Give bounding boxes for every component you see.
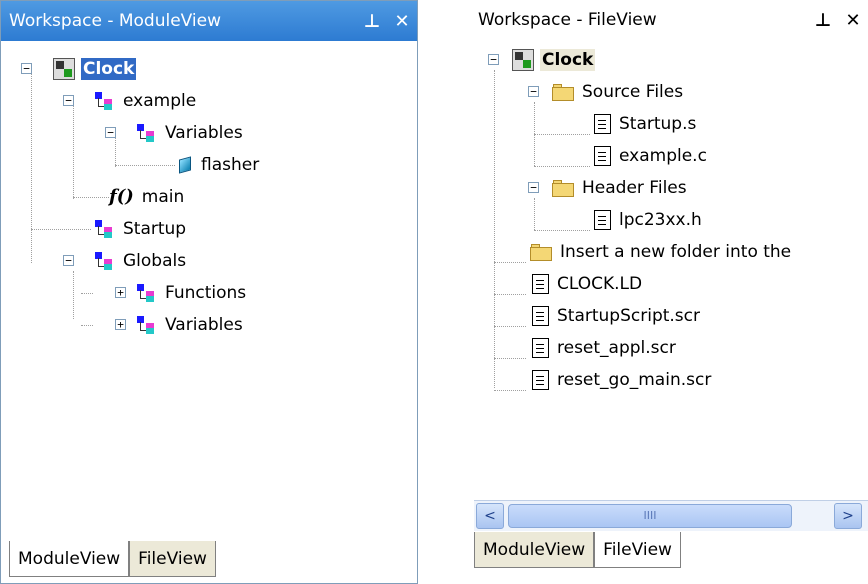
- tree-node-main[interactable]: f() main: [109, 181, 186, 213]
- moduleview-tabbar: ModuleView FileView: [9, 541, 417, 577]
- close-icon[interactable]: ✕: [387, 11, 417, 32]
- tree-label-globals[interactable]: Globals: [121, 250, 188, 272]
- collapse-icon[interactable]: −: [528, 86, 539, 97]
- scroll-left-icon[interactable]: <: [476, 503, 504, 529]
- file-node-reset-go-main[interactable]: reset_go_main.scr: [532, 364, 713, 396]
- file-icon: [532, 338, 549, 358]
- file-icon: [532, 370, 549, 390]
- fileview-tabbar: ModuleView FileView: [474, 532, 868, 568]
- file-icon: [594, 146, 611, 166]
- module-icon: [93, 90, 115, 112]
- file-node-clock-ld[interactable]: CLOCK.LD: [532, 268, 644, 300]
- fileview-title: Workspace - FileView: [478, 10, 657, 30]
- file-icon: [532, 306, 549, 326]
- tab-fileview[interactable]: FileView: [129, 541, 216, 577]
- module-icon: [135, 314, 157, 336]
- file-label-clock-ld[interactable]: CLOCK.LD: [555, 273, 644, 295]
- tree-label-variables[interactable]: Variables: [163, 122, 245, 144]
- folder-icon: [552, 179, 574, 197]
- function-icon: f(): [109, 186, 134, 207]
- tab-moduleview[interactable]: ModuleView: [9, 541, 130, 577]
- file-icon: [532, 274, 549, 294]
- horizontal-scrollbar[interactable]: < IIII >: [474, 500, 868, 531]
- module-icon: [93, 218, 115, 240]
- file-label-lpc23xx-h[interactable]: lpc23xx.h: [617, 209, 704, 231]
- tree-node-example[interactable]: − example: [63, 85, 198, 117]
- expand-icon[interactable]: +: [115, 287, 126, 298]
- variable-icon: [177, 156, 193, 174]
- close-icon[interactable]: ✕: [838, 10, 868, 31]
- folder-node-source-files[interactable]: − Source Files: [528, 76, 685, 108]
- moduleview-title: Workspace - ModuleView: [9, 11, 222, 31]
- folder-label-header-files[interactable]: Header Files: [580, 177, 689, 199]
- folder-label-source-files[interactable]: Source Files: [580, 81, 685, 103]
- tab-moduleview[interactable]: ModuleView: [474, 532, 595, 568]
- tree-label-functions[interactable]: Functions: [163, 282, 248, 304]
- folder-label-insert[interactable]: Insert a new folder into the: [558, 241, 793, 263]
- file-label-startupscript[interactable]: StartupScript.scr: [555, 305, 702, 327]
- tree-label-startup[interactable]: Startup: [121, 218, 188, 240]
- module-tree: − Clock − example − Variables flasher f(…: [1, 41, 417, 541]
- file-node-startupscript[interactable]: StartupScript.scr: [532, 300, 702, 332]
- file-label-clock[interactable]: Clock: [540, 49, 596, 71]
- tree-node-startup[interactable]: Startup: [93, 213, 188, 245]
- workspace-icon: [53, 58, 75, 80]
- file-tree: − Clock − Source Files Startup.s example…: [474, 40, 868, 500]
- tree-label-clock[interactable]: Clock: [81, 58, 137, 80]
- file-icon: [594, 210, 611, 230]
- file-node-example-c[interactable]: example.c: [594, 140, 709, 172]
- tree-node-flasher[interactable]: flasher: [177, 149, 261, 181]
- tree-node-functions[interactable]: + Functions: [109, 277, 248, 309]
- collapse-icon[interactable]: −: [63, 95, 74, 106]
- tree-node-global-variables[interactable]: + Variables: [109, 309, 245, 341]
- tab-fileview[interactable]: FileView: [594, 532, 681, 568]
- file-label-reset-go-main[interactable]: reset_go_main.scr: [555, 369, 713, 391]
- scroll-thumb[interactable]: IIII: [508, 504, 792, 528]
- collapse-icon[interactable]: −: [105, 127, 116, 138]
- collapse-icon[interactable]: −: [528, 182, 539, 193]
- pin-icon[interactable]: ⊥: [357, 11, 387, 32]
- moduleview-panel: Workspace - ModuleView ⊥ ✕ − Clock − exa…: [0, 0, 418, 584]
- module-icon: [135, 282, 157, 304]
- module-icon: [135, 122, 157, 144]
- folder-node-insert[interactable]: Insert a new folder into the: [530, 236, 793, 268]
- file-node-reset-appl[interactable]: reset_appl.scr: [532, 332, 678, 364]
- moduleview-titlebar: Workspace - ModuleView ⊥ ✕: [1, 1, 417, 41]
- tree-label-main[interactable]: main: [140, 186, 186, 208]
- collapse-icon[interactable]: −: [21, 63, 32, 74]
- folder-node-header-files[interactable]: − Header Files: [528, 172, 689, 204]
- folder-icon: [530, 243, 552, 261]
- fileview-titlebar: Workspace - FileView ⊥ ✕: [474, 0, 868, 40]
- file-node-clock[interactable]: − Clock: [488, 44, 596, 76]
- file-label-reset-appl[interactable]: reset_appl.scr: [555, 337, 678, 359]
- file-node-lpc23xx-h[interactable]: lpc23xx.h: [594, 204, 704, 236]
- collapse-icon[interactable]: −: [63, 255, 74, 266]
- tree-label-flasher[interactable]: flasher: [199, 154, 261, 176]
- workspace-icon: [512, 49, 534, 71]
- file-icon: [594, 114, 611, 134]
- file-label-example-c[interactable]: example.c: [617, 145, 709, 167]
- tree-node-globals[interactable]: − Globals: [63, 245, 188, 277]
- tree-label-global-variables[interactable]: Variables: [163, 314, 245, 336]
- tree-node-clock[interactable]: − Clock: [21, 53, 137, 85]
- collapse-icon[interactable]: −: [488, 54, 499, 65]
- module-icon: [93, 250, 115, 272]
- tree-node-variables[interactable]: − Variables: [105, 117, 245, 149]
- scroll-right-icon[interactable]: >: [834, 503, 862, 529]
- expand-icon[interactable]: +: [115, 319, 126, 330]
- pin-icon[interactable]: ⊥: [808, 10, 838, 31]
- fileview-panel: Workspace - FileView ⊥ ✕ − Clock − Sourc…: [474, 0, 868, 584]
- file-label-startup-s[interactable]: Startup.s: [617, 113, 698, 135]
- tree-label-example[interactable]: example: [121, 90, 198, 112]
- folder-icon: [552, 83, 574, 101]
- file-node-startup-s[interactable]: Startup.s: [594, 108, 698, 140]
